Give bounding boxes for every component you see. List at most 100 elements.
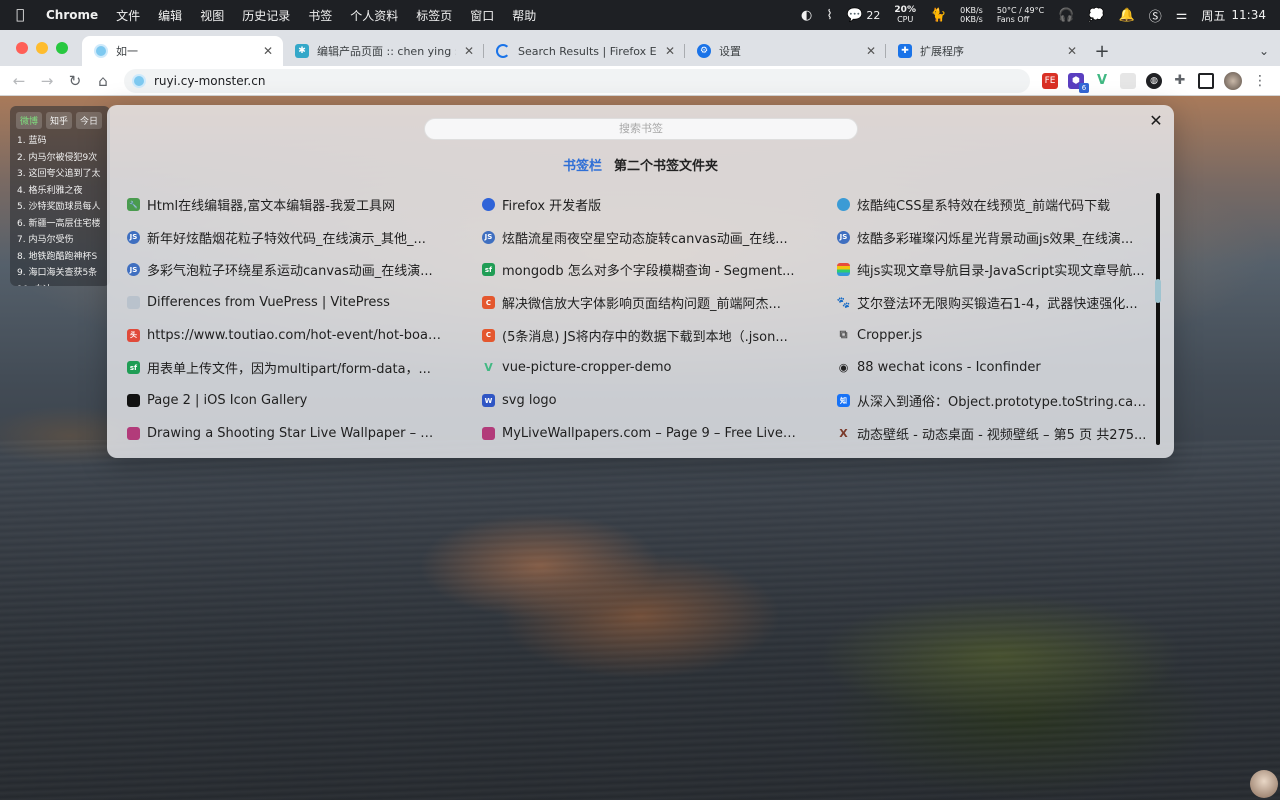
hot-tab-weibo[interactable]: 微博 [16, 112, 43, 129]
bookmark-item[interactable]: sf mongodb 怎么对多个字段模糊查询 - Segment... [482, 260, 837, 279]
address-bar[interactable]: ruyi.cy-monster.cn [124, 68, 1030, 93]
bookmark-item[interactable]: JS 炫酷流星雨夜空星空动态旋转canvas动画_在线... [482, 228, 837, 247]
bookmark-item[interactable]: Differences from VuePress | VitePress [127, 293, 482, 312]
hot-search-item[interactable]: 5. 沙特奖励球员每人 [10, 199, 110, 216]
minimize-window-button[interactable] [36, 42, 48, 54]
x-icon: X [839, 426, 848, 440]
control-center-icon[interactable]: ⚌ [1176, 8, 1188, 23]
menu-window[interactable]: 窗口 [470, 7, 494, 24]
reload-icon[interactable]: ↻ [62, 68, 88, 94]
floating-avatar[interactable] [1250, 770, 1278, 798]
new-tab-button[interactable]: + [1087, 36, 1117, 66]
menu-tabs[interactable]: 标签页 [416, 7, 452, 24]
menu-view[interactable]: 视图 [200, 7, 224, 24]
menu-bookmarks[interactable]: 书签 [308, 7, 332, 24]
close-window-button[interactable] [16, 42, 28, 54]
bookmark-item[interactable]: Drawing a Shooting Star Live Wallpaper –… [127, 424, 482, 443]
bookmark-item[interactable]: JS 新年好炫酷烟花粒子特效代码_在线演示_其他_... [127, 228, 482, 247]
bookmark-item[interactable]: JS 炫酷多彩璀璨闪烁星光背景动画js效果_在线演... [837, 228, 1147, 247]
bookmark-search-input[interactable]: 搜索书签 [424, 118, 858, 140]
hot-tab-zhihu[interactable]: 知乎 [46, 112, 73, 129]
bookmark-item[interactable]: JS 多彩气泡粒子环绕星系运动canvas动画_在线演... [127, 260, 482, 279]
close-tab-icon[interactable]: ✕ [261, 44, 275, 58]
bookmark-item[interactable]: Firefox 开发者版 [482, 195, 837, 214]
hot-search-item[interactable]: 2. 内马尔被侵犯9次 [10, 150, 110, 167]
bookmark-item[interactable]: 炫酷纯CSS星系特效在线预览_前端代码下载 [837, 195, 1147, 214]
tab-edit-product[interactable]: ✱ 编辑产品页面 :: chen ying :: Fire ✕ [283, 36, 484, 66]
forward-arrow-icon[interactable]: → [34, 68, 60, 94]
headphones-icon[interactable]: 🎧 [1058, 8, 1074, 23]
tab-search-results[interactable]: Search Results | Firefox Extens ✕ [484, 36, 685, 66]
moon-icon[interactable]: ◐ [801, 8, 812, 23]
paperclip-icon[interactable]: ⌇ [826, 8, 832, 23]
hot-search-item[interactable]: 9. 海口海关查获5条 [10, 265, 110, 282]
menu-file[interactable]: 文件 [116, 7, 140, 24]
wechat-icon[interactable]: 💭 [1088, 8, 1104, 23]
bookmark-item[interactable]: X 动态壁纸 - 动态桌面 - 视频壁纸 – 第5 页 共275... [837, 424, 1147, 443]
menu-history[interactable]: 历史记录 [242, 7, 290, 24]
back-arrow-icon[interactable]: ← [6, 68, 32, 94]
cpu-meter[interactable]: 20% CPU [894, 6, 916, 25]
puzzle-menu-icon[interactable]: ✚ [1172, 73, 1188, 89]
bookmark-item[interactable]: sf 用表单上传文件，因为multipart/form-data，... [127, 358, 482, 377]
clock-time[interactable]: 11:34 [1231, 8, 1266, 22]
network-meter[interactable]: 0KB/s 0KB/s [960, 6, 983, 24]
close-icon[interactable]: ✕ [1146, 111, 1166, 131]
menu-edit[interactable]: 编辑 [158, 7, 182, 24]
bookmark-item[interactable]: Page 2 | iOS Icon Gallery [127, 391, 482, 410]
bookmark-item[interactable]: ⧉ Cropper.js [837, 326, 1147, 345]
bookmark-item[interactable]: 纯js实现文章导航目录-JavaScript实现文章导航... [837, 260, 1147, 279]
bookmark-item[interactable]: C (5条消息) JS将内存中的数据下载到本地（.json... [482, 326, 837, 345]
close-tab-icon[interactable]: ✕ [462, 44, 476, 58]
tab-settings[interactable]: ⚙ 设置 ✕ [685, 36, 886, 66]
folder-tab-bookmarks-bar[interactable]: 书签栏 [563, 155, 602, 174]
menu-help[interactable]: 帮助 [512, 7, 536, 24]
close-tab-icon[interactable]: ✕ [1065, 44, 1079, 58]
bookmark-scrollbar[interactable] [1155, 193, 1161, 445]
close-tab-icon[interactable]: ✕ [663, 44, 677, 58]
hot-search-item[interactable]: 8. 地铁跑酷跑神杯S [10, 249, 110, 266]
hot-search-item[interactable]: 1. 蓝码 [10, 133, 110, 150]
bookmark-item[interactable]: ◉ 88 wechat icons - Iconfinder [837, 358, 1147, 377]
hot-search-item[interactable]: 4. 格乐利雅之夜 [10, 183, 110, 200]
hot-search-item[interactable]: 3. 这回夸父追到了太 [10, 166, 110, 183]
close-tab-icon[interactable]: ✕ [864, 44, 878, 58]
vue-devtools-icon[interactable]: V [1094, 73, 1110, 89]
tab-extensions[interactable]: ✚ 扩展程序 ✕ [886, 36, 1087, 66]
tab-search-chevron-icon[interactable]: ⌄ [1248, 36, 1280, 66]
temperature-meter[interactable]: 50°C / 49°C Fans Off [997, 6, 1044, 24]
folder-tab-second-folder[interactable]: 第二个书签文件夹 [614, 155, 718, 174]
hot-search-item[interactable]: 7. 内马尔受伤 [10, 232, 110, 249]
profile-avatar[interactable] [1224, 71, 1242, 90]
zoom-window-button[interactable] [56, 42, 68, 54]
bookmark-item[interactable]: 头 https://www.toutiao.com/hot-event/hot-b… [127, 326, 482, 345]
side-panel-icon[interactable] [1198, 72, 1214, 89]
hot-search-item[interactable]: 6. 新疆一高层住宅楼 [10, 216, 110, 233]
menu-profiles[interactable]: 个人资料 [350, 7, 398, 24]
apple-menu-icon[interactable]:  [16, 7, 32, 23]
tab-ruyi[interactable]: 如一 ✕ [82, 36, 283, 66]
home-icon[interactable]: ⌂ [90, 68, 116, 94]
s-app-icon[interactable]: Ⓢ [1149, 6, 1162, 25]
bookmark-item[interactable]: 🐾 艾尔登法环无限购买锻造石1-4，武器快速强化... [837, 293, 1147, 312]
hexagon-extension-icon[interactable]: ⬢ 6 [1068, 72, 1089, 93]
shield-extension-icon[interactable]: ◍ [1146, 72, 1162, 89]
scrollbar-thumb[interactable] [1155, 279, 1161, 303]
bookmark-item[interactable]: 知从深入到通俗：Object.prototype.toString.call(.… [837, 391, 1147, 410]
bookmark-item[interactable]: Wsvg logo [482, 391, 837, 410]
bookmark-item[interactable]: 🔧 Html在线编辑器,富文本编辑器-我爱工具网 [127, 195, 482, 214]
hot-search-item[interactable]: 10. 白冰 [10, 282, 110, 287]
bookmark-item[interactable]: C 解决微信放大字体影响页面结构问题_前端阿杰... [482, 293, 837, 312]
chat-badge[interactable]: 💬 22 [847, 8, 881, 23]
cat-icon[interactable]: 🐈 [930, 8, 946, 23]
bookmark-item[interactable]: Vvue-picture-cropper-demo [482, 358, 837, 377]
clock-weekday[interactable]: 周五 [1201, 7, 1225, 24]
bell-icon[interactable]: 🔔 [1119, 8, 1135, 23]
w-icon: W [482, 394, 495, 408]
kebab-menu-icon[interactable]: ⋮ [1252, 73, 1268, 89]
bookmark-item[interactable]: MyLiveWallpapers.com – Page 9 – Free Liv… [482, 424, 837, 443]
hot-tab-today[interactable]: 今日 [76, 112, 103, 129]
fe-extension-icon[interactable]: FE [1042, 72, 1058, 89]
menu-app-name[interactable]: Chrome [46, 8, 98, 22]
blank-extension-icon[interactable] [1120, 72, 1136, 89]
